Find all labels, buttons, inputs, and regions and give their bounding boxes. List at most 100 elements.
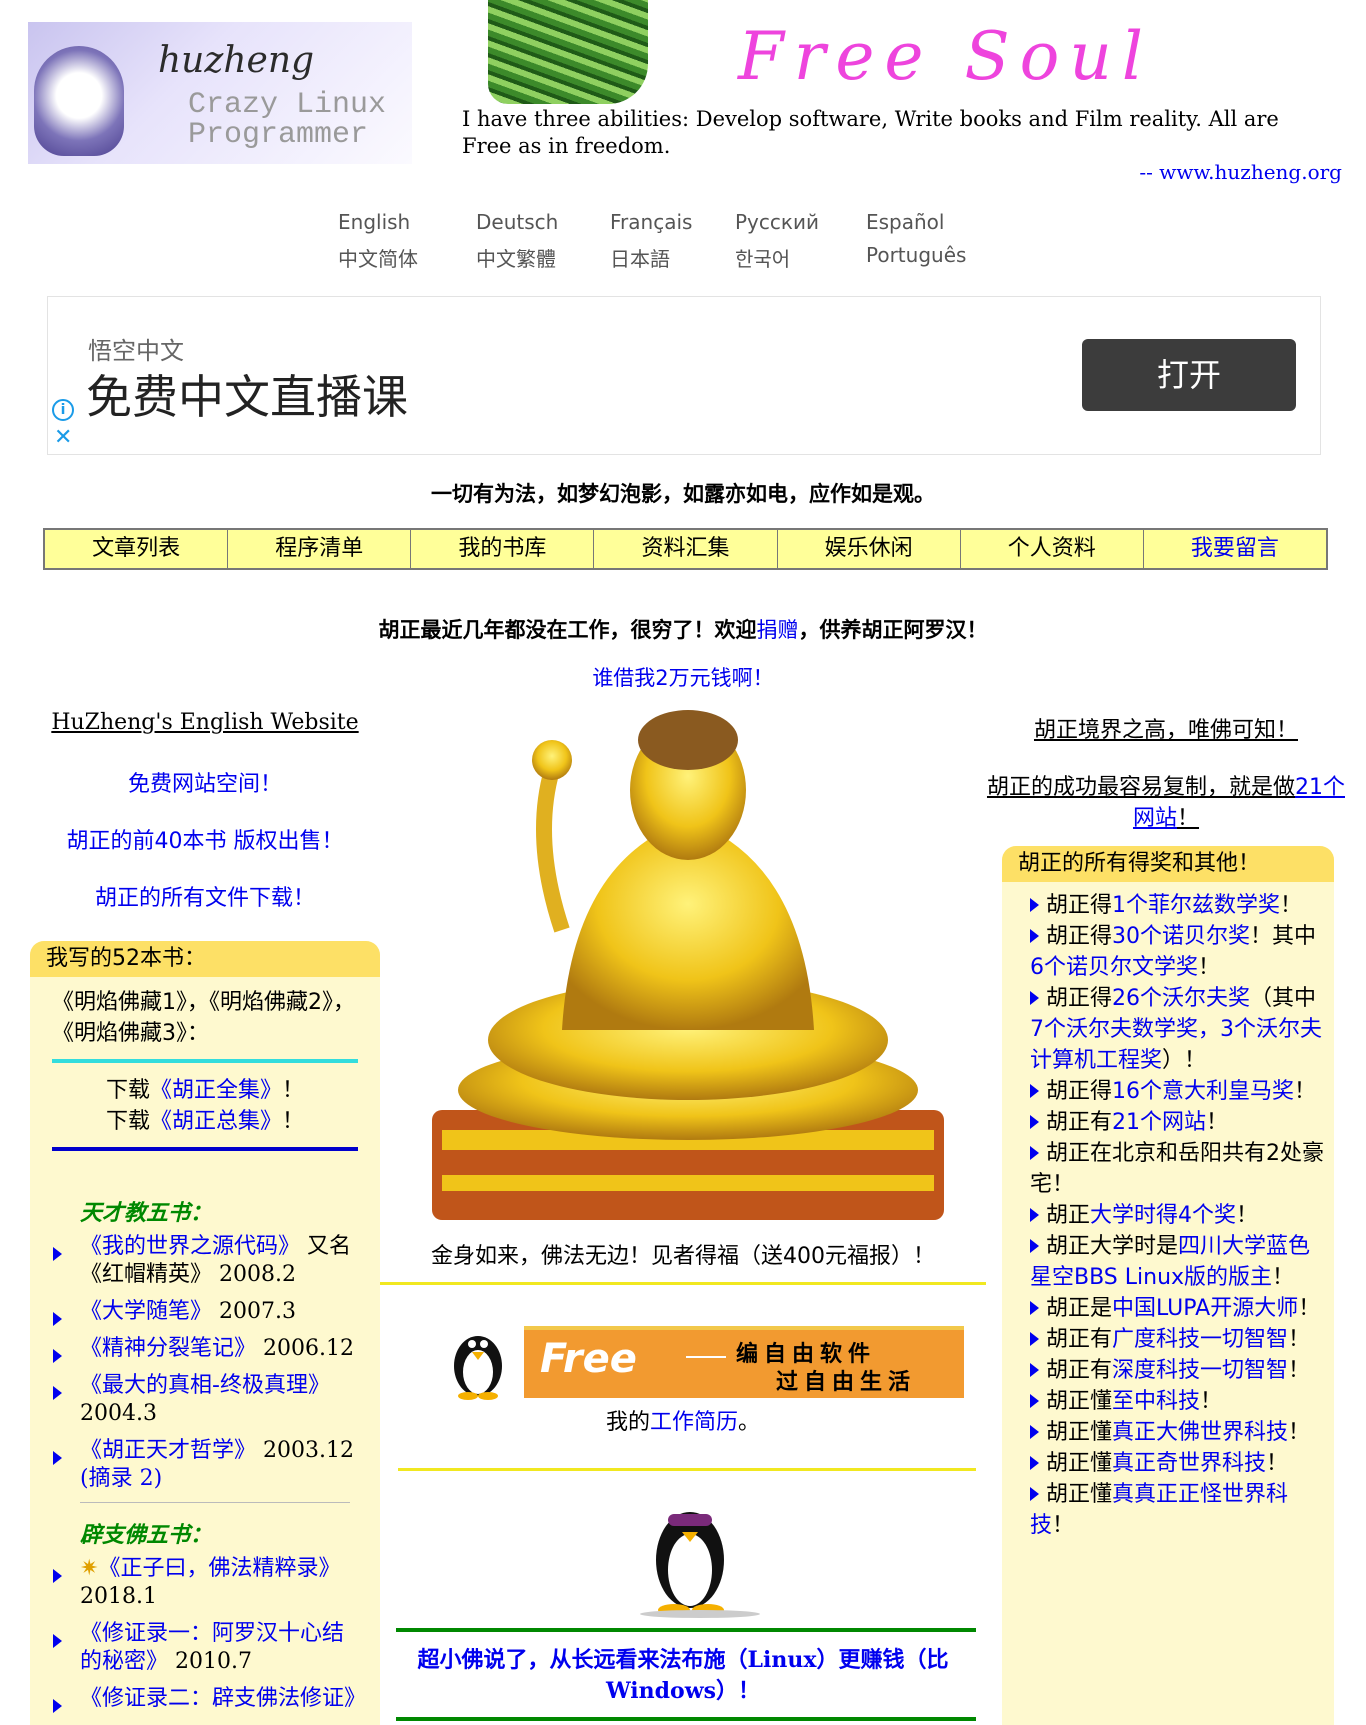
download-all-link[interactable]: 胡正的所有文件下载！: [30, 880, 380, 912]
ad-info-icon[interactable]: i: [52, 399, 74, 421]
section-title-genius: 天才教五书：: [80, 1201, 213, 1226]
book-link[interactable]: 《精神分裂笔记》: [80, 1336, 256, 1361]
language-english[interactable]: English: [338, 210, 478, 243]
arrow-icon: [1030, 898, 1039, 912]
language-french[interactable]: Français: [610, 210, 750, 243]
ad-close-icon[interactable]: ✕: [54, 425, 72, 450]
list-item: 《最大的真相-终极真理》 2004.3: [53, 1372, 380, 1428]
dharma-donation-link[interactable]: 超小佛说了，从长远看来法布施（Linux）更赚钱（比Windows）！: [398, 1645, 968, 1707]
language-column: Deutsch 中文繁體: [476, 210, 616, 276]
free-hosting-link[interactable]: 免费网站空间！: [30, 766, 380, 798]
award-link[interactable]: 广度科技一切智智: [1112, 1327, 1288, 1352]
banner-dash: [686, 1356, 726, 1358]
award-link[interactable]: 大学时得4个奖: [1090, 1203, 1236, 1228]
list-item: 胡正大学时得4个奖！: [1030, 1200, 1326, 1231]
arrow-icon: [1030, 1487, 1039, 1501]
award-link[interactable]: 中国LUPA开源大师: [1112, 1296, 1298, 1321]
award-link[interactable]: 深度科技一切智智: [1112, 1358, 1288, 1383]
borrow-link[interactable]: 谁借我2万元钱啊！: [0, 662, 1366, 692]
award-link[interactable]: 16个意大利皇马奖: [1112, 1079, 1294, 1104]
site-url: -- www.huzheng.org: [1139, 160, 1342, 184]
books-panel-header: 我写的52本书：: [30, 941, 380, 977]
book-link[interactable]: 《胡正天才哲学》: [80, 1438, 256, 1463]
award-link[interactable]: 6个诺贝尔文学奖: [1030, 955, 1198, 980]
ad-headline[interactable]: 免费中文直播课: [86, 361, 408, 427]
resume-link[interactable]: 工作简历: [650, 1410, 738, 1435]
language-spanish[interactable]: Español: [866, 210, 1006, 243]
download-complete-works-link[interactable]: 《胡正全集》: [150, 1078, 282, 1103]
award-link[interactable]: 30个诺贝尔奖: [1112, 924, 1250, 949]
excerpt-link[interactable]: (摘录 2): [80, 1466, 162, 1491]
list-item: 《胡正天才哲学》 2003.12 (摘录 2): [53, 1437, 380, 1493]
book-link[interactable]: 《修证录二：辟支佛法修证》: [80, 1686, 366, 1711]
english-website-link[interactable]: HuZheng's English Website: [30, 710, 380, 735]
penguin-sunglasses-icon: [640, 1512, 760, 1618]
buddha-caption: 金身如来，佛法无边！见者得福（送400元福报）！: [431, 1244, 935, 1269]
award-link[interactable]: 21个网站: [1112, 1110, 1206, 1135]
arrow-icon: [1030, 1363, 1039, 1377]
logo-name: huzheng: [158, 40, 315, 81]
arrow-icon: [53, 1386, 62, 1400]
list-item: 胡正有深度科技一切智智！: [1030, 1355, 1326, 1386]
golden-buddha-image[interactable]: [412, 710, 964, 1230]
language-chinese-traditional[interactable]: 中文繁體: [476, 243, 616, 276]
nav-resources[interactable]: 资料汇集: [594, 530, 778, 568]
donate-link[interactable]: 捐赠: [757, 618, 799, 642]
language-german[interactable]: Deutsch: [476, 210, 616, 243]
divider: [380, 1282, 986, 1285]
divider: [396, 1628, 976, 1632]
advertisement[interactable]: 悟空中文 免费中文直播课 打开 i ✕: [47, 296, 1321, 455]
arrow-icon: [53, 1312, 62, 1326]
award-link[interactable]: 26个沃尔夫奖: [1112, 986, 1250, 1011]
language-column: English 中文简体: [338, 210, 478, 276]
list-item: 胡正有广度科技一切智智！: [1030, 1324, 1326, 1355]
book-link[interactable]: 《最大的真相-终极真理》: [80, 1373, 330, 1398]
penguin-icon: [454, 1336, 502, 1400]
award-link[interactable]: 至中科技: [1112, 1389, 1200, 1414]
language-column: Français 日本語: [610, 210, 750, 276]
nav-profile[interactable]: 个人资料: [961, 530, 1144, 568]
genius-book-list: 《我的世界之源代码》 又名《红帽精英》 2008.2 《大学随笔》 2007.3…: [30, 1233, 380, 1493]
language-portuguese[interactable]: Português: [866, 243, 1006, 276]
book-link[interactable]: 《正子曰，佛法精粹录》: [98, 1556, 340, 1581]
book-link[interactable]: 《大学随笔》: [80, 1299, 212, 1324]
arrow-icon: [1030, 1239, 1039, 1253]
awards-list: 胡正得1个菲尔兹数学奖！ 胡正得30个诺贝尔奖！其中6个诺贝尔文学奖！ 胡正得2…: [1002, 882, 1334, 1541]
new-icon: ✷: [80, 1556, 99, 1581]
language-korean[interactable]: 한국어: [735, 243, 875, 276]
nav-library[interactable]: 我的书库: [411, 530, 595, 568]
list-item: 胡正懂真真正正怪世界科技！: [1030, 1482, 1289, 1538]
language-russian[interactable]: Русский: [735, 210, 875, 243]
banner-line2: 过自由生活: [776, 1370, 917, 1395]
arrow-icon: [53, 1451, 62, 1465]
award-link[interactable]: 1个菲尔兹数学奖: [1112, 893, 1280, 918]
nav-programs[interactable]: 程序清单: [228, 530, 412, 568]
download-collected-works-link[interactable]: 《胡正总集》: [150, 1109, 282, 1134]
copyright-sale-link[interactable]: 胡正的前40本书 版权出售！: [30, 823, 380, 855]
arrow-icon: [53, 1569, 62, 1583]
main-navigation: 文章列表 程序清单 我的书库 资料汇集 娱乐休闲 个人资料 我要留言: [43, 528, 1328, 570]
list-item: 胡正是中国LUPA开源大师！: [1030, 1293, 1326, 1324]
list-item: 胡正有21个网站！: [1030, 1107, 1326, 1138]
arrow-icon: [1030, 1456, 1039, 1470]
language-chinese-simplified[interactable]: 中文简体: [338, 243, 478, 276]
site-logo[interactable]: huzheng Crazy Linux Programmer: [28, 22, 412, 164]
nav-guestbook[interactable]: 我要留言: [1144, 530, 1326, 568]
arrow-icon: [1030, 1332, 1039, 1346]
free-software-banner[interactable]: Free 编自由软件 过自由生活: [524, 1326, 964, 1398]
award-link[interactable]: 真正大佛世界科技: [1112, 1420, 1288, 1445]
list-item: 胡正得30个诺贝尔奖！其中6个诺贝尔文学奖！: [1030, 924, 1317, 980]
nav-entertainment[interactable]: 娱乐休闲: [778, 530, 961, 568]
realm-link[interactable]: 胡正境界之高，唯佛可知！: [986, 715, 1346, 746]
ad-open-button[interactable]: 打开: [1082, 339, 1296, 411]
books-panel: 我写的52本书： 《明焰佛藏1》，《明焰佛藏2》，《明焰佛藏3》： 下载《胡正全…: [30, 941, 380, 1725]
arrow-icon: [53, 1634, 62, 1648]
award-link[interactable]: 真正奇世界科技: [1112, 1451, 1266, 1476]
nav-articles[interactable]: 文章列表: [45, 530, 229, 568]
banner-free-word: Free: [540, 1336, 637, 1382]
arrow-icon: [1030, 929, 1039, 943]
arrow-icon: [1030, 991, 1039, 1005]
book-link[interactable]: 《我的世界之源代码》: [80, 1234, 300, 1259]
arrow-icon: [53, 1349, 62, 1363]
language-japanese[interactable]: 日本語: [610, 243, 750, 276]
